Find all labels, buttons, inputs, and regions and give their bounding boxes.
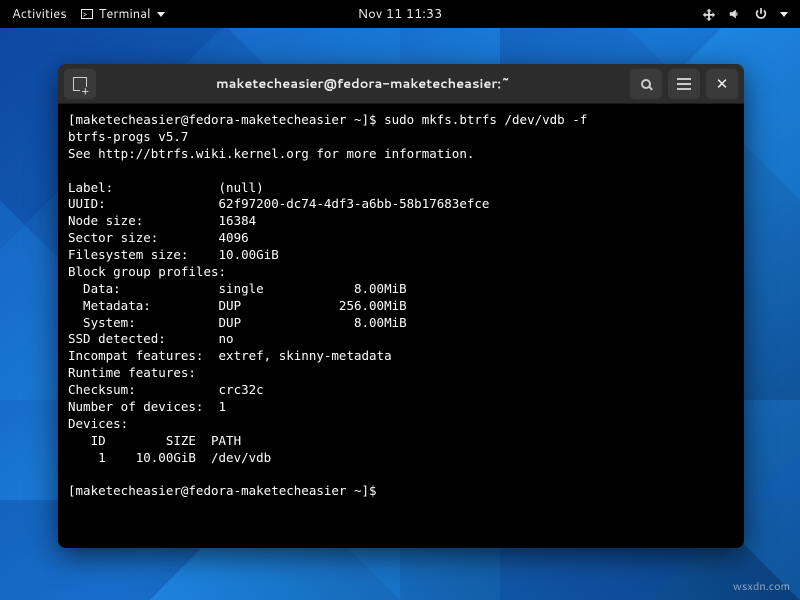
chevron-down-icon [157, 12, 165, 17]
hamburger-icon [677, 78, 691, 90]
app-menu-label: Terminal [99, 5, 151, 23]
prompt: [maketecheasier@fedora-maketecheasier ~]… [68, 483, 384, 498]
output-line: Filesystem size: 10.00GiB [68, 247, 279, 262]
output-line: See http://btrfs.wiki.kernel.org for mor… [68, 146, 474, 161]
output-line: Label: (null) [68, 180, 264, 195]
menu-button[interactable] [668, 69, 700, 99]
output-line: ID SIZE PATH [68, 433, 241, 448]
output-line: Runtime features: [68, 365, 196, 380]
app-menu[interactable]: Terminal [81, 5, 165, 23]
new-tab-icon [73, 77, 87, 91]
command-text: sudo mkfs.btrfs /dev/vdb -f [384, 112, 587, 127]
close-icon: ✕ [716, 76, 729, 91]
activities-button[interactable]: Activities [12, 5, 67, 23]
terminal-window: maketecheasier@fedora-maketecheasier:~ ✕… [58, 64, 744, 548]
output-line: 1 10.00GiB /dev/vdb [68, 450, 271, 465]
output-line: Sector size: 4096 [68, 230, 249, 245]
output-line: Checksum: crc32c [68, 382, 264, 397]
output-line: UUID: 62f97200-dc74-4df3-a6bb-58b17683ef… [68, 196, 489, 211]
output-line: Data: single 8.00MiB [68, 281, 407, 296]
output-line: Node size: 16384 [68, 213, 256, 228]
terminal-output[interactable]: [maketecheasier@fedora-maketecheasier ~]… [58, 104, 744, 548]
window-titlebar[interactable]: maketecheasier@fedora-maketecheasier:~ ✕ [58, 64, 744, 104]
watermark: wsxdn.com [733, 578, 790, 594]
terminal-icon [81, 9, 93, 19]
window-title: maketecheasier@fedora-maketecheasier:~ [102, 75, 624, 93]
prompt: [maketecheasier@fedora-maketecheasier ~]… [68, 112, 384, 127]
output-line: SSD detected: no [68, 331, 234, 346]
output-line: Block group profiles: [68, 264, 226, 279]
output-line: System: DUP 8.00MiB [68, 315, 407, 330]
output-line: Metadata: DUP 256.00MiB [68, 298, 407, 313]
search-button[interactable] [630, 69, 662, 99]
new-tab-button[interactable] [64, 69, 96, 99]
output-line: Number of devices: 1 [68, 399, 226, 414]
output-line: btrfs-progs v5.7 [68, 129, 188, 144]
output-line: Devices: [68, 416, 128, 431]
close-button[interactable]: ✕ [706, 69, 738, 99]
clock[interactable]: Nov 11 11:33 [358, 5, 443, 23]
power-icon[interactable] [754, 7, 768, 21]
output-line: Incompat features: extref, skinny-metada… [68, 348, 392, 363]
gnome-topbar: Activities Terminal Nov 11 11:33 [0, 0, 800, 28]
volume-icon[interactable] [728, 7, 742, 21]
network-icon[interactable] [702, 7, 716, 21]
chevron-down-icon[interactable] [780, 12, 788, 17]
search-icon [641, 79, 651, 89]
